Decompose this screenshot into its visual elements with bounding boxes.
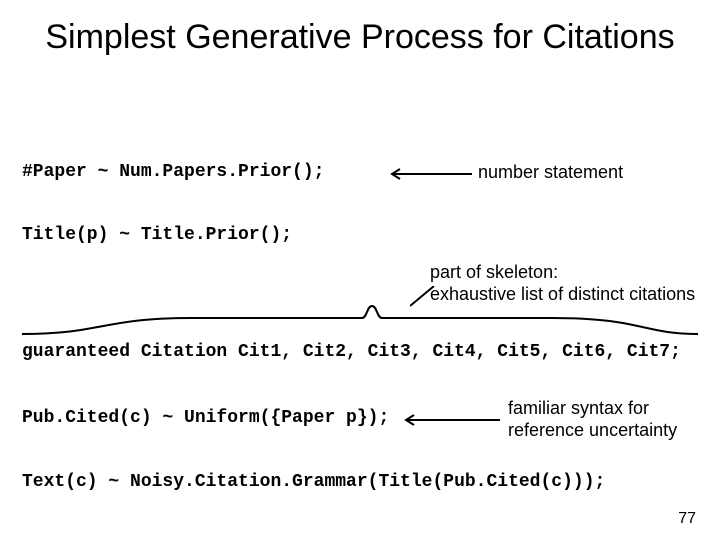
slide-title: Simplest Generative Process for Citation…: [0, 18, 720, 57]
label-skeleton-line1: part of skeleton:: [430, 262, 558, 282]
pointer-to-brace: [410, 286, 440, 310]
code-pub-line: Pub.Cited(c) ~ Uniform({Paper p});: [22, 408, 389, 428]
code-paper-line: #Paper ~ Num.Papers.Prior();: [22, 162, 324, 182]
label-familiar-line2: reference uncertainty: [508, 420, 677, 440]
arrow-familiar-syntax: [398, 413, 502, 427]
label-familiar-line1: familiar syntax for: [508, 398, 649, 418]
label-skeleton: part of skeleton: exhaustive list of dis…: [430, 262, 695, 305]
page-number: 77: [678, 510, 696, 528]
label-familiar-syntax: familiar syntax for reference uncertaint…: [508, 398, 677, 441]
code-text-line: Text(c) ~ Noisy.Citation.Grammar(Title(P…: [22, 472, 605, 492]
code-guaranteed-line: guaranteed Citation Cit1, Cit2, Cit3, Ci…: [22, 342, 681, 362]
arrow-number-statement: [384, 167, 474, 181]
code-title-line: Title(p) ~ Title.Prior();: [22, 225, 292, 245]
label-number-statement: number statement: [478, 162, 623, 184]
label-skeleton-line2: exhaustive list of distinct citations: [430, 284, 695, 304]
brace-over-citations: [22, 302, 700, 336]
